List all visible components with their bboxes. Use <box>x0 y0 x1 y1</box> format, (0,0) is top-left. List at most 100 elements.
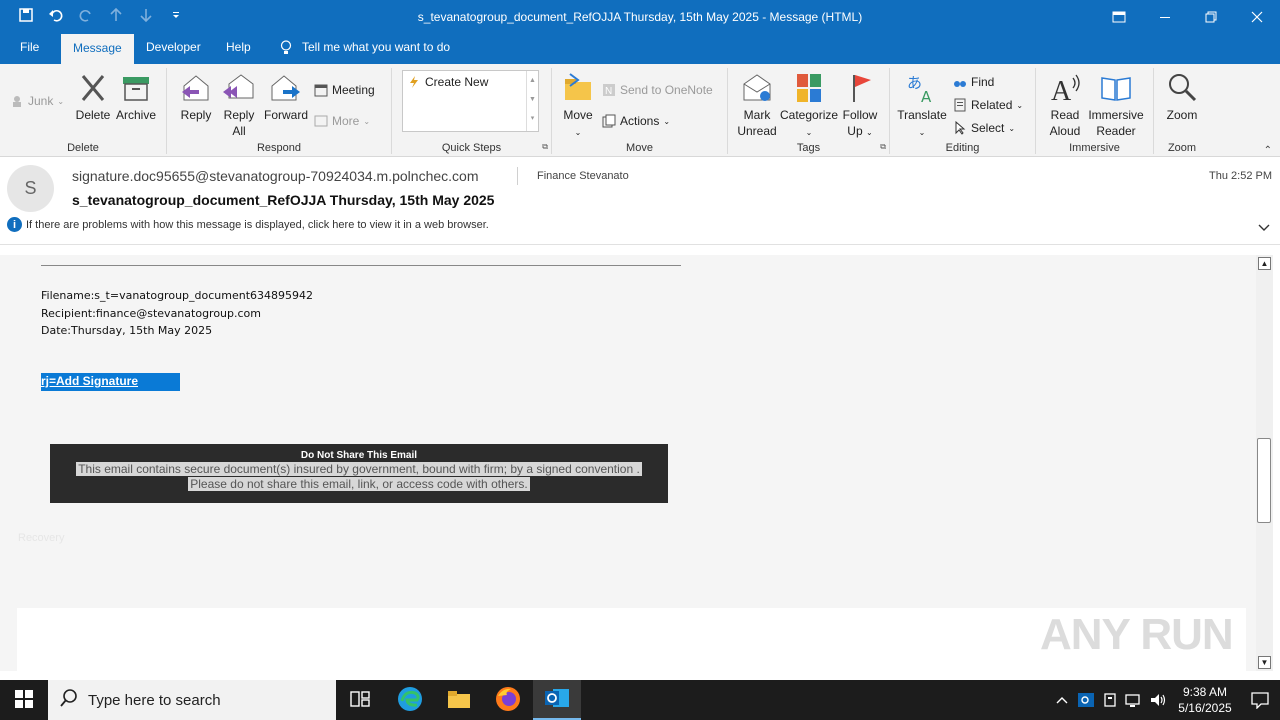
translate-button[interactable]: あA Translate ⌄ <box>896 72 948 141</box>
editing-group-label: Editing <box>945 142 980 154</box>
archive-icon <box>120 72 152 104</box>
junk-button[interactable]: Junk ⌄ <box>10 94 64 108</box>
edge-icon <box>397 686 423 715</box>
notifications-icon[interactable] <box>1240 680 1280 720</box>
send-to-onenote-button[interactable]: N Send to OneNote <box>602 83 713 97</box>
notice-title: Do Not Share This Email <box>300 450 418 461</box>
avatar[interactable]: S <box>7 165 54 212</box>
zoom-button[interactable]: Zoom <box>1162 72 1202 123</box>
window-title: s_tevanatogroup_document_RefOJJA Thursda… <box>417 10 863 24</box>
editing-group: あA Translate ⌄ Find Related ⌄ Select ⌄ Edit… <box>890 68 1036 154</box>
info-bar-text: If there are problems with how this mess… <box>26 218 489 231</box>
start-button[interactable] <box>0 680 48 720</box>
find-label: Find <box>971 75 995 89</box>
move-button[interactable]: Move ⌄ <box>560 72 596 141</box>
more-respond-button[interactable]: More ⌄ <box>314 114 370 128</box>
zoom-group-label: Zoom <box>1167 142 1197 154</box>
follow-up-button[interactable]: Follow Up ⌄ <box>840 72 880 141</box>
tab-developer[interactable]: Developer <box>146 40 201 54</box>
immersive-reader-icon <box>1100 72 1132 104</box>
volume-icon[interactable] <box>1146 680 1170 720</box>
read-aloud-button[interactable]: A Read Aloud <box>1044 72 1086 139</box>
respond-group-label: Respond <box>256 142 302 154</box>
scroll-down-arrow[interactable]: ▼ <box>1258 656 1271 669</box>
taskbar-search[interactable]: Type here to search <box>48 680 336 720</box>
archive-button[interactable]: Archive <box>115 72 157 123</box>
immersive-group: A Read Aloud Immersive Reader Immersive <box>1036 68 1154 154</box>
outlook-tray-icon[interactable] <box>1074 680 1098 720</box>
categorize-button[interactable]: Categorize ⌄ <box>780 72 838 141</box>
tab-help[interactable]: Help <box>226 40 251 54</box>
actions-button[interactable]: Actions ⌄ <box>602 114 670 128</box>
document-details: Filename:s_t=vanatogroup_document6348959… <box>41 287 313 340</box>
tab-file[interactable]: File <box>20 40 39 54</box>
task-view-button[interactable] <box>336 680 384 720</box>
sender-address[interactable]: signature.doc95655@stevanatogroup-709240… <box>72 168 479 184</box>
ribbon-tabs: File Message Developer Help Tell me what… <box>0 34 1280 64</box>
quick-steps-gallery[interactable]: Create New ▲ ▼ ▾ <box>402 70 539 132</box>
categorize-icon <box>793 72 825 104</box>
add-signature-link[interactable]: rj=Add Signature <box>41 373 180 391</box>
tell-me-text: Tell me what you want to do <box>302 40 451 54</box>
mark-unread-button[interactable]: Mark Unread <box>734 72 780 139</box>
related-button[interactable]: Related ⌄ <box>953 98 1023 112</box>
edge-taskbar-button[interactable] <box>386 680 434 720</box>
categorize-label: Categorize <box>780 108 839 122</box>
taskbar: Type here to search 9:38 AM 5/16/2025 <box>0 680 1280 720</box>
info-bar[interactable]: i If there are problems with how this me… <box>7 217 489 232</box>
forward-button[interactable]: Forward <box>263 72 309 123</box>
scroll-up-arrow[interactable]: ▲ <box>1258 257 1271 270</box>
tags-dialog-launcher-icon[interactable]: ⧉ <box>880 142 886 152</box>
clock-time: 9:38 AM <box>1182 685 1228 699</box>
outlook-taskbar-button[interactable] <box>533 680 581 720</box>
recipient-name[interactable]: Finance Stevanato <box>537 170 629 182</box>
read-aloud-label-1: Read <box>1050 108 1080 122</box>
quick-steps-group: Create New ▲ ▼ ▾ Quick Steps ⧉ <box>392 68 552 154</box>
immersive-label-1: Immersive <box>1088 108 1144 122</box>
title-bar: s_tevanatogroup_document_RefOJJA Thursda… <box>0 0 1280 34</box>
restore-icon[interactable] <box>1188 0 1234 34</box>
file-explorer-taskbar-button[interactable] <box>435 680 483 720</box>
reply-all-icon <box>223 72 255 104</box>
quick-steps-scroll[interactable]: ▲ ▼ ▾ <box>526 71 538 131</box>
system-clock[interactable]: 9:38 AM 5/16/2025 <box>1170 684 1240 716</box>
scroll-thumb[interactable] <box>1257 438 1271 523</box>
svg-text:N: N <box>605 86 612 97</box>
tab-message[interactable]: Message <box>61 34 134 64</box>
junk-label: Junk <box>28 94 54 108</box>
delete-button[interactable]: Delete <box>73 72 113 123</box>
date-line: Date:Thursday, 15th May 2025 <box>41 324 213 337</box>
tell-me-box[interactable]: Tell me what you want to do <box>280 40 450 58</box>
device-icon[interactable] <box>1098 680 1122 720</box>
vertical-scrollbar[interactable]: ▲ ▼ <box>1256 255 1273 671</box>
tags-group-label: Tags <box>796 142 821 154</box>
ribbon-display-options-icon[interactable] <box>1096 0 1142 34</box>
reply-button[interactable]: Reply <box>177 72 215 123</box>
select-button[interactable]: Select ⌄ <box>953 120 1015 135</box>
more-icon <box>314 114 328 128</box>
show-hidden-icons-icon[interactable] <box>1050 680 1074 720</box>
minimize-icon[interactable] <box>1142 0 1188 34</box>
received-time: Thu 2:52 PM <box>1209 170 1272 182</box>
network-icon[interactable] <box>1122 680 1146 720</box>
close-icon[interactable] <box>1234 0 1280 34</box>
folder-move-icon <box>562 72 594 104</box>
create-new-quick-step[interactable]: Create New <box>407 75 488 89</box>
outlook-icon <box>544 686 570 713</box>
reply-all-button[interactable]: Reply All <box>220 72 258 139</box>
read-aloud-label-2: Aloud <box>1049 124 1081 138</box>
firefox-taskbar-button[interactable] <box>484 680 532 720</box>
find-button[interactable]: Find <box>953 75 994 89</box>
meeting-button[interactable]: Meeting <box>314 83 375 97</box>
read-aloud-icon: A <box>1049 72 1081 107</box>
immersive-reader-button[interactable]: Immersive Reader <box>1086 72 1146 139</box>
expand-header-icon[interactable] <box>1258 221 1270 235</box>
delete-icon <box>77 72 109 104</box>
quick-steps-group-label: Quick Steps <box>441 142 502 154</box>
lightning-icon <box>407 75 421 89</box>
follow-label-2: Up <box>847 124 863 138</box>
faded-text: Recovery <box>18 532 65 544</box>
collapse-ribbon-icon[interactable]: ⌃ <box>1264 145 1272 156</box>
dialog-launcher-icon[interactable]: ⧉ <box>542 142 548 152</box>
more-label: More <box>332 114 360 128</box>
